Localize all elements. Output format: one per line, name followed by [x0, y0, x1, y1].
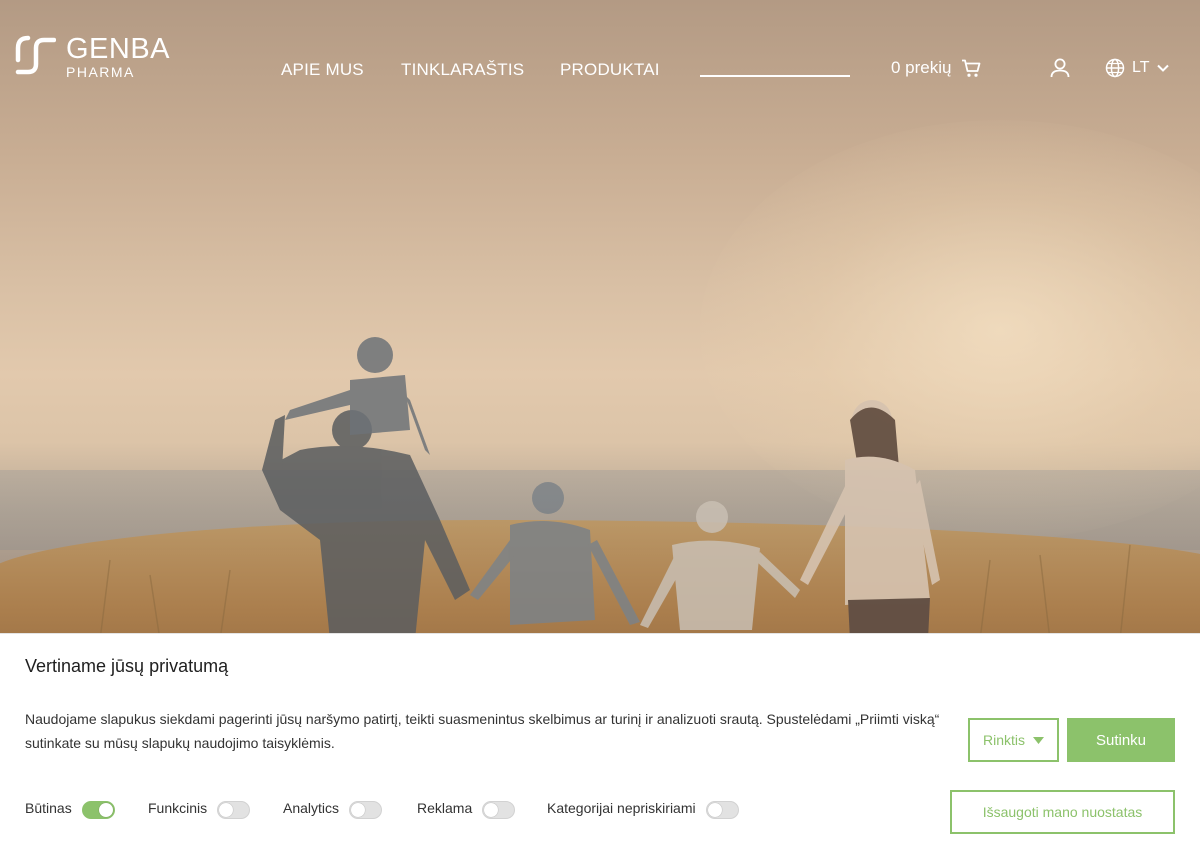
- toggle-knob: [484, 803, 499, 817]
- cart-label: 0 prekių: [891, 58, 952, 77]
- category-toggle-funkcinis[interactable]: [217, 801, 251, 819]
- category-label: Būtinas: [25, 800, 72, 816]
- globe-icon: [1105, 58, 1125, 78]
- nav-item-apie-mus[interactable]: APIE MUS: [281, 60, 364, 80]
- cookie-description: Naudojame slapukus siekdami pagerinti jū…: [25, 711, 940, 751]
- nav-item-produktai[interactable]: PRODUKTAI: [560, 60, 660, 80]
- category-toggle-reklama[interactable]: [482, 801, 516, 819]
- logo-wordmark: GENBA PHARMA: [66, 34, 170, 79]
- chevron-down-icon: [1157, 64, 1170, 72]
- category-toggle-butinas[interactable]: [81, 801, 115, 819]
- language-code: LT: [1132, 59, 1150, 76]
- cart-icon: [962, 59, 981, 77]
- cookie-banner: Vertiname jūsų privatumą Naudojame slapu…: [0, 633, 1200, 850]
- cookie-title: Vertiname jūsų privatumą: [25, 656, 229, 676]
- category-label: Analytics: [283, 800, 340, 816]
- category-nepriskiriami: Kategorijai nepriskiriami: [547, 797, 739, 819]
- caret-down-icon: [1033, 736, 1044, 744]
- category-label: Kategorijai nepriskiriami: [547, 800, 696, 816]
- category-butinas: Būtinas: [25, 797, 115, 819]
- customize-label: Rinktis: [982, 732, 1025, 748]
- toggle-knob: [707, 803, 722, 817]
- toggle-knob: [351, 803, 366, 817]
- category-label: Reklama: [417, 800, 473, 816]
- category-label: Funkcinis: [148, 800, 208, 816]
- save-preferences-button[interactable]: Išsaugoti mano nuostatas: [950, 790, 1175, 834]
- accept-button[interactable]: Sutinku: [1067, 718, 1175, 762]
- logo-subtitle: PHARMA: [66, 64, 135, 80]
- site-logo[interactable]: GENBA PHARMA: [14, 34, 189, 80]
- category-toggle-analytics[interactable]: [349, 801, 383, 819]
- site-header: GENBA PHARMA APIE MUS TINKLARAŠTIS PRODU…: [0, 0, 1200, 120]
- category-toggle-nepriskiriami[interactable]: [705, 801, 739, 819]
- category-reklama: Reklama: [417, 797, 516, 819]
- toggle-knob: [98, 803, 113, 817]
- user-icon[interactable]: [1049, 57, 1071, 79]
- cart-button[interactable]: 0 prekių: [891, 58, 981, 78]
- nav-item-tinklarastis[interactable]: TINKLARAŠTIS: [401, 60, 524, 80]
- language-selector[interactable]: LT: [1105, 58, 1170, 78]
- genba-logo-icon: [15, 35, 56, 75]
- toggle-knob: [219, 803, 234, 817]
- search-input[interactable]: [700, 75, 850, 77]
- customize-button[interactable]: Rinktis: [968, 718, 1059, 762]
- logo-title: GENBA: [66, 33, 171, 65]
- category-funkcinis: Funkcinis: [148, 797, 251, 819]
- category-analytics: Analytics: [283, 797, 383, 819]
